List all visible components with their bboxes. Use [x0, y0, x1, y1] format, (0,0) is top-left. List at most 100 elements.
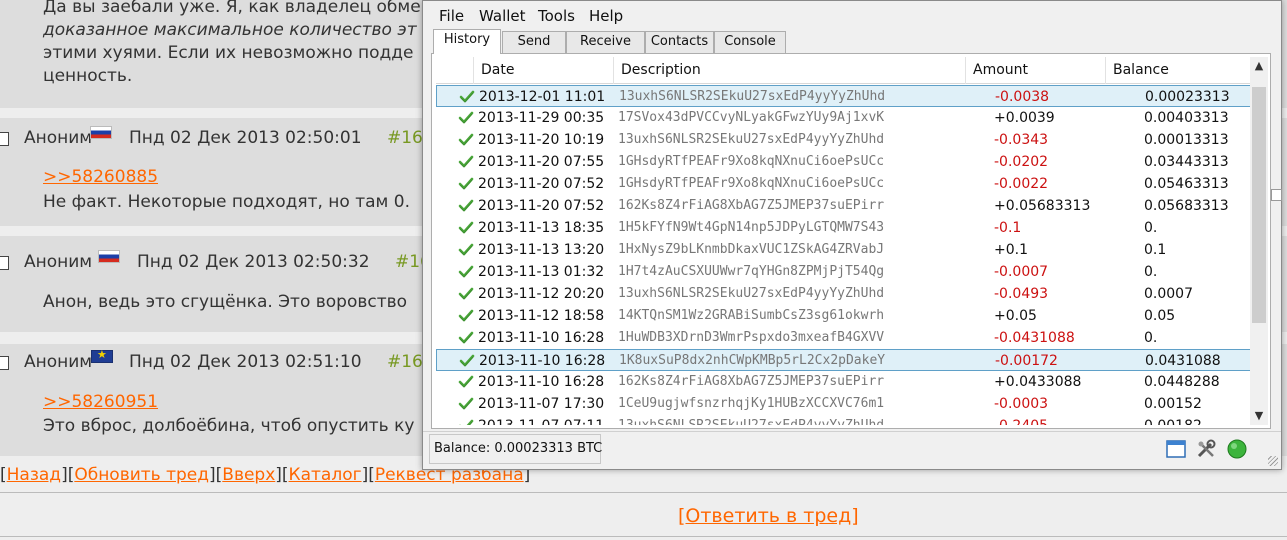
row-description: 13uxhS6NLSR2SEkuU27sxEdP4yyYyZhUhd: [618, 415, 884, 425]
table-row[interactable]: 2013-11-07 07:11 13uxhS6NLSR2SEkuU27sxEdP…: [436, 415, 1251, 425]
confirmed-check-icon: [458, 418, 474, 425]
row-balance: 0.00013313: [1144, 132, 1229, 148]
vertical-scrollbar[interactable]: ▲ ▼: [1250, 57, 1268, 425]
table-row[interactable]: 2013-11-13 13:20 1HxNysZ9bLKnmbDkaxVUC1ZS…: [436, 239, 1251, 261]
post-number[interactable]: #16: [387, 352, 423, 372]
row-description: 17SVox43dPVCCvyNLyakGFwzYUy9Aj1xvK: [618, 110, 885, 125]
tab-send[interactable]: Send: [502, 31, 566, 53]
table-row[interactable]: 2013-11-20 07:52 162Ks8Z4rFiAG8XbAG7Z5JME…: [436, 195, 1251, 217]
post-checkbox[interactable]: [0, 256, 9, 270]
table-row[interactable]: 2013-11-20 10:19 13uxhS6NLSR2SEkuU27sxEdP…: [436, 129, 1251, 151]
confirmed-check-icon: [458, 198, 474, 214]
divider: [0, 536, 1287, 537]
scroll-up-icon[interactable]: ▲: [1250, 57, 1268, 75]
table-row[interactable]: 2013-11-29 00:35 17SVox43dPVCCvyNLyakGFwz…: [436, 107, 1251, 129]
row-amount: +0.1: [994, 242, 1028, 258]
table-row[interactable]: 2013-11-20 07:52 1GHsdyRTfPEAFr9Xo8kqNXnu…: [436, 173, 1251, 195]
row-date: 2013-11-20 07:55: [478, 154, 605, 170]
column-header-description[interactable]: Description: [614, 57, 966, 84]
table-row[interactable]: 2013-11-10 16:28 162Ks8Z4rFiAG8XbAG7Z5JME…: [436, 371, 1251, 393]
post-checkbox[interactable]: [0, 356, 9, 370]
confirmed-check-icon: [458, 220, 474, 236]
row-balance: 0.: [1144, 330, 1158, 346]
row-balance: 0.0007: [1144, 286, 1193, 302]
reply-link[interactable]: >>58260951: [43, 392, 158, 412]
row-amount: -0.0022: [994, 176, 1049, 192]
status-bar: Balance: 0.00023313 BTC: [423, 431, 1281, 469]
row-amount: -0.0202: [994, 154, 1049, 170]
row-date: 2013-11-13 01:32: [478, 264, 605, 280]
column-header-status[interactable]: [436, 57, 474, 84]
reply-link[interactable]: >>58260885: [43, 167, 158, 187]
russia-flag-icon: [98, 250, 120, 263]
tab-history[interactable]: History: [433, 29, 501, 54]
row-description: 13uxhS6NLSR2SEkuU27sxEdP4yyYyZhUhd: [618, 286, 885, 301]
reply-to-thread-link[interactable]: [Ответить в тред]: [678, 505, 859, 527]
row-amount: +0.0039: [994, 110, 1055, 126]
table-row[interactable]: 2013-11-20 07:55 1GHsdyRTfPEAFr9Xo8kqNXnu…: [436, 151, 1251, 173]
post-text: Не факт. Некоторые подходят, но там 0.: [43, 192, 410, 212]
row-amount: -0.0493: [994, 286, 1049, 302]
row-amount: -0.1: [994, 220, 1022, 236]
row-date: 2013-11-10 16:28: [478, 374, 605, 390]
tab-contacts[interactable]: Contacts: [645, 31, 714, 53]
menu-file[interactable]: File: [439, 7, 464, 25]
tab-console[interactable]: Console: [714, 31, 786, 53]
divider: [0, 492, 1287, 493]
row-description: 1GHsdyRTfPEAFr9Xo8kqNXnuCi6oePsUCc: [618, 176, 885, 191]
post-author: Аноним: [24, 352, 93, 372]
tab-receive[interactable]: Receive: [566, 31, 645, 53]
table-row[interactable]: 2013-11-10 16:28 1K8uxSuP8dx2nhCWpKMBp5rL…: [436, 349, 1251, 371]
menu-wallet[interactable]: Wallet: [479, 7, 526, 25]
post-datetime: Пнд 02 Дек 2013 02:50:32: [137, 252, 370, 272]
table-row[interactable]: 2013-11-13 18:35 1H5kFYfN9Wt4GpN14np5JDPy…: [436, 217, 1251, 239]
menu-help[interactable]: Help: [589, 7, 623, 25]
row-amount: -0.0003: [994, 396, 1049, 412]
column-header-balance[interactable]: Balance: [1106, 57, 1251, 84]
row-amount: +0.05: [994, 308, 1037, 324]
row-balance: 0.: [1144, 220, 1158, 236]
refresh-thread-link[interactable]: Обновить тред: [74, 465, 209, 485]
wallet-window: File Wallet Tools Help History Send Rece…: [422, 0, 1282, 470]
table-row[interactable]: 2013-11-12 20:20 13uxhS6NLSR2SEkuU27sxEdP…: [436, 283, 1251, 305]
up-link[interactable]: Вверх: [222, 465, 275, 485]
table-row[interactable]: 2013-11-13 01:32 1H7t4zAuCSXUUWwr7qYHGn8Z…: [436, 261, 1251, 283]
column-header-amount[interactable]: Amount: [966, 57, 1106, 84]
column-header-date[interactable]: Date: [474, 57, 614, 84]
post-text: Это вброс, долбоёбина, чтоб опустить ку: [43, 416, 415, 436]
row-balance: 0.05683313: [1144, 198, 1229, 214]
row-date: 2013-11-10 16:28: [478, 330, 605, 346]
catalog-link[interactable]: Каталог: [289, 465, 362, 485]
post-text: Анон, ведь это сгущёнка. Это воровство: [43, 292, 408, 312]
confirmed-check-icon: [458, 286, 474, 302]
row-date: 2013-11-20 07:52: [478, 176, 605, 192]
tools-icon[interactable]: [1195, 438, 1217, 460]
back-link[interactable]: Назад: [7, 465, 61, 485]
row-description: 14KTQnSM1Wz2GRABiSumbCsZ3sg61okwrh: [618, 308, 885, 323]
confirmed-check-icon: [459, 353, 475, 369]
row-description: 162Ks8Z4rFiAG8XbAG7Z5JMEP37suEPirr: [618, 198, 885, 213]
window-edge: [1270, 53, 1284, 429]
post-checkbox[interactable]: [0, 132, 9, 146]
menu-tools[interactable]: Tools: [538, 7, 575, 25]
table-row[interactable]: 2013-11-10 16:28 1HuWDB3XDrnD3WmrPspxdo3m…: [436, 327, 1251, 349]
post-number[interactable]: #16: [387, 128, 423, 148]
confirmed-check-icon: [459, 89, 475, 105]
row-date: 2013-12-01 11:01: [479, 89, 606, 105]
table-row[interactable]: 2013-11-07 17:30 1CeU9ugjwfsnzrhqjKy1HUBz…: [436, 393, 1251, 415]
window-icon[interactable]: [1165, 438, 1187, 460]
row-amount: -0.00172: [995, 353, 1058, 369]
history-table: Date Description Amount Balance 2013-12-…: [436, 57, 1251, 425]
confirmed-check-icon: [458, 176, 474, 192]
table-row[interactable]: 2013-11-12 18:58 14KTQnSM1Wz2GRABiSumbCsZ…: [436, 305, 1251, 327]
table-row[interactable]: 2013-12-01 11:01 13uxhS6NLSR2SEkuU27sxEdP…: [436, 85, 1251, 107]
row-balance: 0.05: [1144, 308, 1176, 324]
scrollbar-thumb[interactable]: [1252, 87, 1266, 323]
row-date: 2013-11-29 00:35: [478, 110, 605, 126]
resize-grip[interactable]: [1268, 456, 1278, 466]
row-balance: 0.: [1144, 264, 1158, 280]
row-description: 13uxhS6NLSR2SEkuU27sxEdP4yyYyZhUhd: [619, 89, 886, 104]
row-description: 1GHsdyRTfPEAFr9Xo8kqNXnuCi6oePsUCc: [618, 154, 885, 169]
row-amount: -0.0007: [994, 264, 1049, 280]
scroll-down-icon[interactable]: ▼: [1250, 407, 1268, 425]
